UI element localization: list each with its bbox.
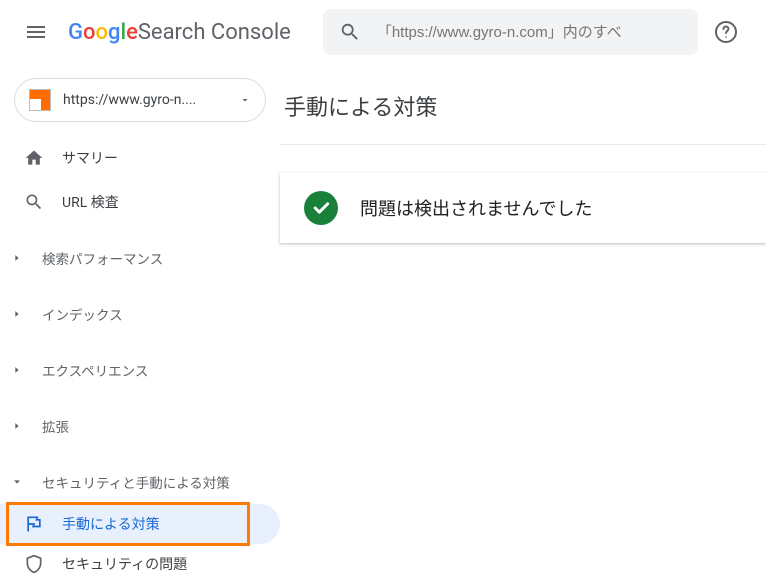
status-card[interactable]: 問題は検出されませんでした <box>280 173 766 243</box>
section-label: エクスペリエンス <box>42 360 148 380</box>
sidebar-section-search-perf[interactable]: 検索パフォーマンス <box>0 236 280 280</box>
search-icon <box>339 21 361 43</box>
section-label: インデックス <box>42 304 123 324</box>
sidebar: https://www.gyro-n.... サマリー URL 検査 検索パフォ… <box>0 64 280 584</box>
section-label: 拡張 <box>42 416 69 436</box>
product-name: Search Console <box>138 20 291 45</box>
check-circle-icon <box>304 191 338 225</box>
sidebar-section-enhancements[interactable]: 拡張 <box>0 404 280 448</box>
shield-icon <box>24 554 44 574</box>
menu-icon[interactable] <box>12 8 60 56</box>
chevron-down-icon <box>239 94 251 106</box>
sidebar-item-summary[interactable]: サマリー <box>0 136 280 180</box>
sidebar-item-manual-actions[interactable]: 手動による対策 <box>0 504 280 544</box>
product-logo[interactable]: Google Search Console <box>68 20 291 45</box>
caret-down-icon <box>10 477 24 487</box>
main-content: 手動による対策 問題は検出されませんでした <box>280 64 766 584</box>
nav-label: サマリー <box>62 148 118 168</box>
search-bar[interactable] <box>323 9 698 55</box>
help-icon[interactable] <box>706 12 746 52</box>
sidebar-item-security-issues[interactable]: セキュリティの問題 <box>0 544 280 584</box>
sidebar-section-experience[interactable]: エクスペリエンス <box>0 348 280 392</box>
property-selector[interactable]: https://www.gyro-n.... <box>14 78 266 122</box>
caret-right-icon <box>10 365 24 375</box>
flag-icon <box>24 514 44 534</box>
magnifier-icon <box>24 192 44 212</box>
status-message: 問題は検出されませんでした <box>360 195 593 221</box>
nav-label: URL 検査 <box>62 192 119 212</box>
caret-right-icon <box>10 253 24 263</box>
sidebar-section-index[interactable]: インデックス <box>0 292 280 336</box>
nav-label: セキュリティの問題 <box>62 554 187 574</box>
property-favicon <box>29 89 51 111</box>
search-input[interactable] <box>377 24 682 41</box>
section-label: 検索パフォーマンス <box>42 248 163 268</box>
caret-right-icon <box>10 421 24 431</box>
home-icon <box>24 148 44 168</box>
page-title: 手動による対策 <box>280 64 766 145</box>
section-label: セキュリティと手動による対策 <box>42 472 230 492</box>
property-label: https://www.gyro-n.... <box>63 92 227 108</box>
sidebar-item-url-inspect[interactable]: URL 検査 <box>0 180 280 224</box>
caret-right-icon <box>10 309 24 319</box>
sidebar-section-security-manual[interactable]: セキュリティと手動による対策 <box>0 460 280 504</box>
nav-label: 手動による対策 <box>62 514 160 534</box>
